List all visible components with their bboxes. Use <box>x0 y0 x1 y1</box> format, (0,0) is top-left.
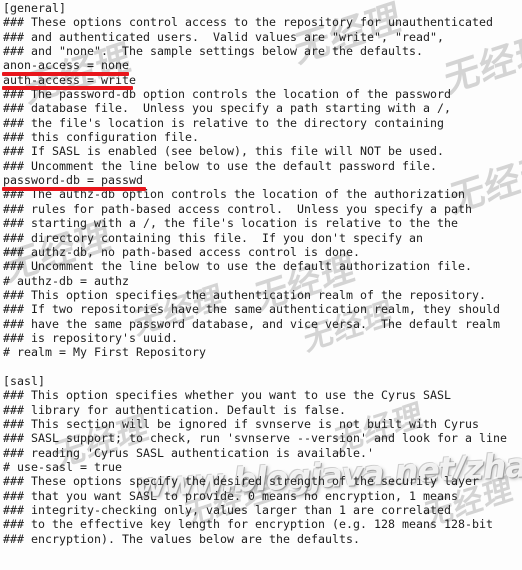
config-line: ### starting with a /, the file's locati… <box>3 216 459 231</box>
config-line: ### This section will be ignored if svns… <box>3 416 480 431</box>
config-line: [general] <box>3 1 67 15</box>
config-line: anon-access = none <box>3 58 130 73</box>
config-line: ### These options specify the desired st… <box>3 474 480 489</box>
config-line: ### SASL support; to check, run 'svnserv… <box>3 431 508 446</box>
config-line: ### is repository's uuid. <box>3 330 179 345</box>
config-line: auth-access = write <box>3 72 137 87</box>
config-line: ### integrity-checking only, values larg… <box>3 503 452 518</box>
config-line: ### library for authentication. Default … <box>3 402 347 417</box>
config-line: ### rules for path-based access control.… <box>3 201 473 216</box>
config-line: password-db = passwd <box>3 173 144 188</box>
config-line: ### this configuration file. <box>3 130 200 145</box>
config-line: ### authz-db, no path-based access contr… <box>3 244 361 259</box>
config-line: ### and authenticated users. Valid value… <box>3 29 445 44</box>
config-line: # use-sasl = true <box>3 460 123 474</box>
config-line: ### directory containing this file. If y… <box>3 230 424 245</box>
config-line: ### The authz-db option controls the loc… <box>3 187 466 202</box>
config-line: ### Uncomment the line below to use the … <box>3 158 438 173</box>
config-line: ### This option specifies whether you wa… <box>3 388 452 403</box>
config-line: ### database file. Unless you specify a … <box>3 101 452 116</box>
config-line: ### If two repositories have the same au… <box>3 302 501 317</box>
config-line: ### and "none". The sample settings belo… <box>3 44 424 59</box>
config-line: ### that you want SASL to provide. 0 mea… <box>3 488 459 503</box>
config-text-body[interactable]: [general] ### These options control acces… <box>0 0 522 570</box>
config-line: ### encryption). The values below are th… <box>3 531 361 546</box>
config-line: ### The password-db option controls the … <box>3 87 452 102</box>
config-line: ### These options control access to the … <box>3 15 494 30</box>
config-line: ### Uncomment the line below to use the … <box>3 259 473 274</box>
config-file-viewer: 无经理 无经理 无经理 无经理 无经理 无经理 无经理 无经理 无经理 无经理 无经理 无经理 www… <box>0 0 522 570</box>
config-line: # realm = My First Repository <box>3 345 207 360</box>
config-line: # authz-db = authz <box>3 273 130 288</box>
config-line: ### to the effective key length for encr… <box>3 517 494 532</box>
config-line: ### the file's location is relative to t… <box>3 115 445 130</box>
config-line: [sasl] <box>3 373 46 388</box>
config-line: ### reading 'Cyrus SASL authentication i… <box>3 445 375 460</box>
config-line: ### have the same password database, and… <box>3 316 501 331</box>
config-line: ### If SASL is enabled (see below), this… <box>3 144 445 159</box>
config-line: ### This option specifies the authentica… <box>3 287 487 302</box>
config-line <box>3 360 522 374</box>
